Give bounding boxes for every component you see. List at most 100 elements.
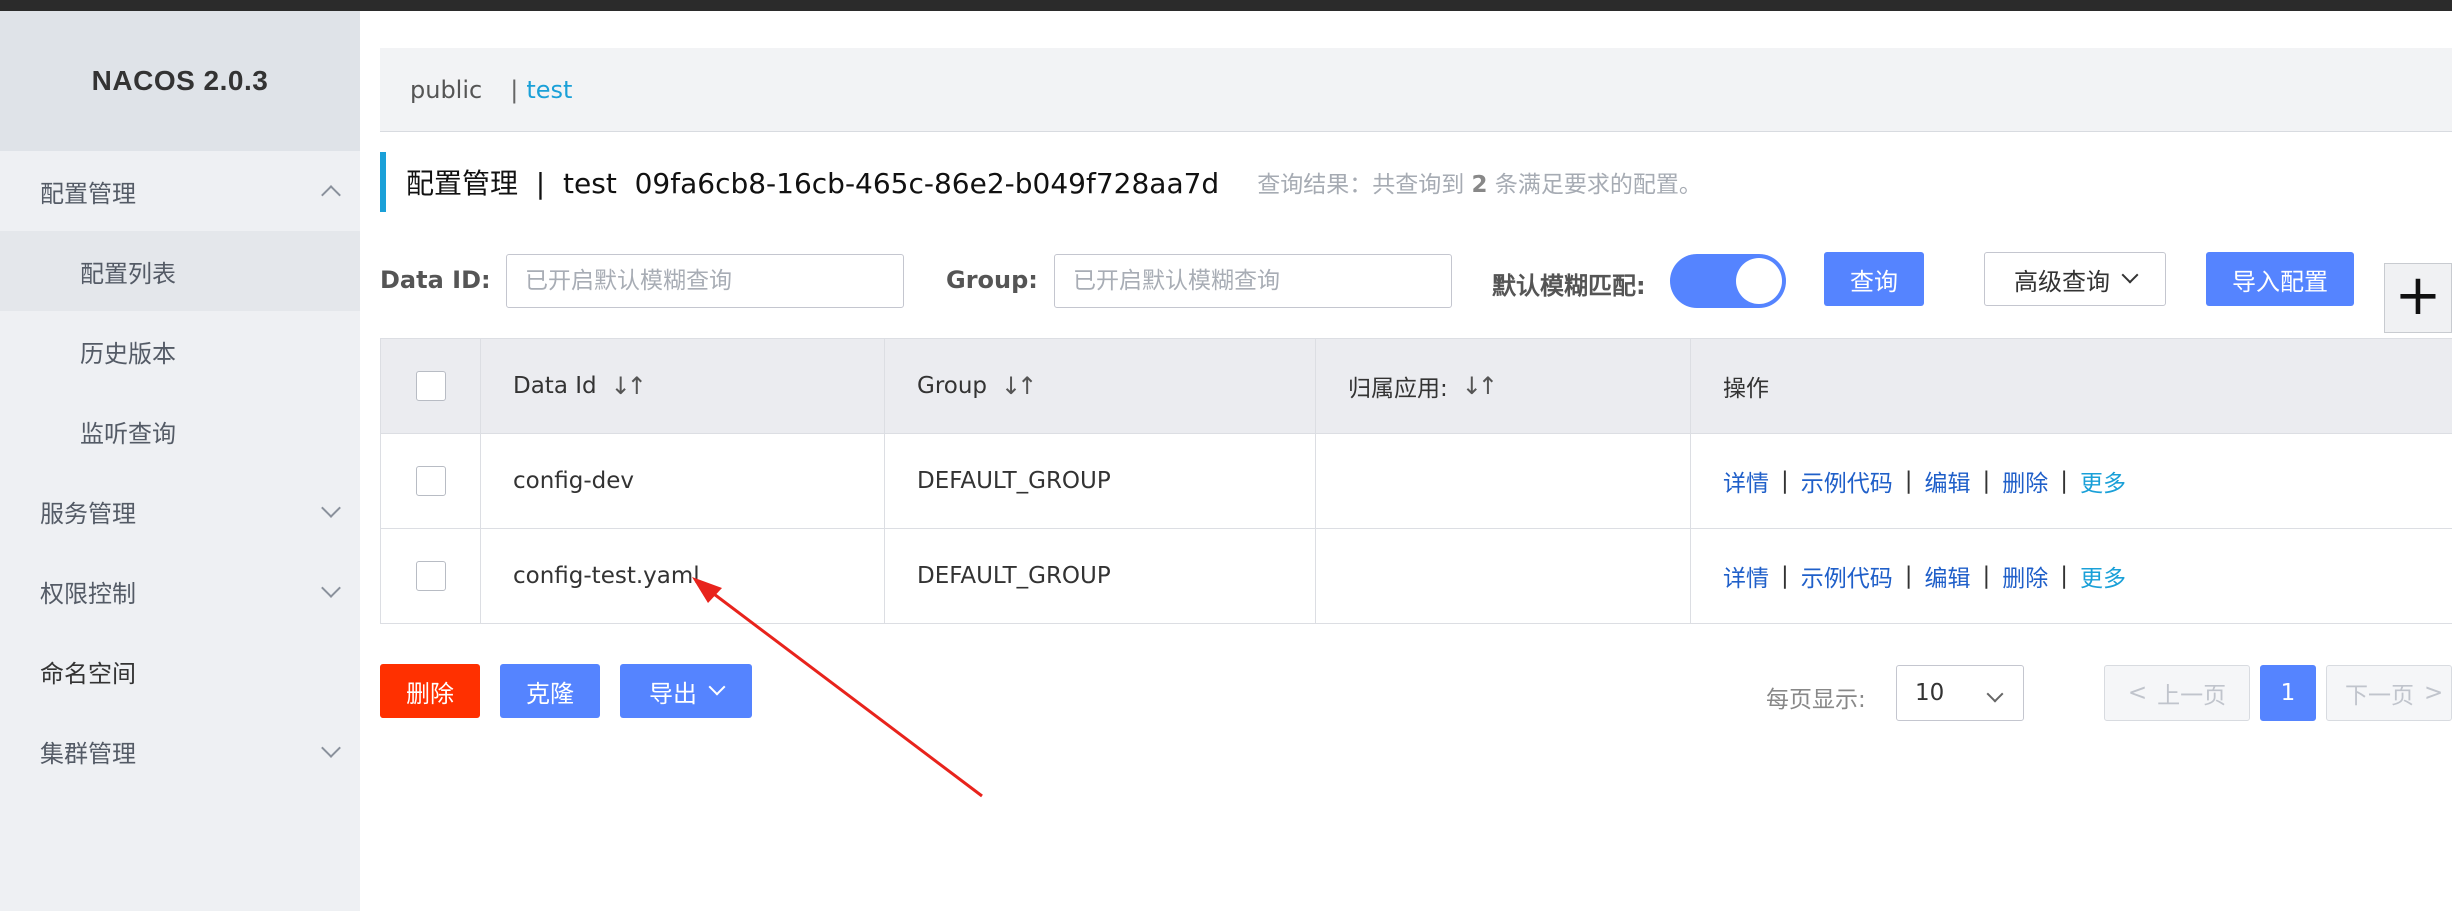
sidebar-item-label: 权限控制 bbox=[40, 579, 136, 608]
sort-icon[interactable]: ↓↑ bbox=[611, 372, 647, 400]
chevron-down-icon bbox=[1986, 685, 2004, 703]
group-label: Group: bbox=[946, 266, 1038, 294]
sidebar-item-access-control[interactable]: 权限控制 bbox=[0, 551, 360, 631]
cell-ops: 详情 | 示例代码 | 编辑 | 删除 | 更多 bbox=[1691, 529, 2452, 623]
header-ops-label: 操作 bbox=[1723, 376, 1769, 402]
result-count: 2 bbox=[1471, 172, 1488, 198]
namespace-bar: public | test bbox=[380, 48, 2452, 132]
sidebar-item-service-management[interactable]: 服务管理 bbox=[0, 471, 360, 551]
result-suffix: 条满足要求的配置。 bbox=[1487, 172, 1702, 198]
dataid-search-input[interactable] bbox=[506, 254, 904, 308]
op-separator: | bbox=[2060, 468, 2068, 494]
sample-code-link[interactable]: 示例代码 bbox=[1801, 464, 1893, 498]
sidebar-item-config-management[interactable]: 配置管理 bbox=[0, 151, 360, 231]
dataid-label: Data ID: bbox=[380, 266, 491, 294]
row-checkbox[interactable] bbox=[415, 561, 446, 591]
more-link[interactable]: 更多 bbox=[2080, 464, 2126, 498]
op-separator: | bbox=[1982, 468, 1991, 494]
export-label: 导出 bbox=[649, 679, 697, 708]
window-top-bar bbox=[0, 0, 2452, 11]
row-checkbox-cell bbox=[381, 529, 481, 623]
header-app-label: 归属应用: bbox=[1348, 376, 1448, 402]
query-button[interactable]: 查询 bbox=[1824, 252, 1924, 306]
more-link[interactable]: 更多 bbox=[2080, 559, 2126, 593]
row-checkbox-cell bbox=[381, 434, 481, 528]
header-group[interactable]: Group ↓↑ bbox=[885, 339, 1316, 433]
brand-logo: NACOS 2.0.3 bbox=[0, 11, 360, 151]
sample-code-link[interactable]: 示例代码 bbox=[1801, 559, 1893, 593]
chevron-down-icon bbox=[321, 738, 341, 758]
fuzzy-match-toggle[interactable] bbox=[1670, 254, 1786, 308]
select-all-checkbox[interactable] bbox=[415, 371, 446, 401]
cell-dataid: config-test.yaml bbox=[481, 529, 885, 623]
edit-link[interactable]: 编辑 bbox=[1925, 464, 1971, 498]
sidebar-item-label: 配置管理 bbox=[40, 179, 136, 208]
chevron-down-icon bbox=[321, 498, 341, 518]
sidebar-item-cluster-management[interactable]: 集群管理 bbox=[0, 711, 360, 791]
page-title-bar: 配置管理 | test 09fa6cb8-16cb-465c-86e2-b049… bbox=[380, 152, 1702, 212]
header-dataid-label: Data Id bbox=[513, 373, 597, 399]
clone-button[interactable]: 克隆 bbox=[500, 664, 600, 718]
detail-link[interactable]: 详情 bbox=[1723, 464, 1769, 498]
sort-icon[interactable]: ↓↑ bbox=[1462, 372, 1498, 400]
row-checkbox[interactable] bbox=[415, 466, 446, 496]
page-size-label: 每页显示: bbox=[1766, 687, 1866, 713]
sidebar-item-history[interactable]: 历史版本 bbox=[0, 311, 360, 391]
chevron-right-icon: > bbox=[2424, 680, 2444, 706]
detail-link[interactable]: 详情 bbox=[1723, 559, 1769, 593]
edit-link[interactable]: 编辑 bbox=[1925, 559, 1971, 593]
group-search-input[interactable] bbox=[1054, 254, 1452, 308]
sidebar-item-label: 集群管理 bbox=[40, 739, 136, 768]
chevron-down-icon bbox=[708, 678, 726, 696]
page-number-button[interactable]: 1 bbox=[2260, 665, 2316, 721]
chevron-down-icon bbox=[2121, 266, 2139, 284]
sidebar-item-listener-query[interactable]: 监听查询 bbox=[0, 391, 360, 471]
next-page-label: 下一页 bbox=[2345, 683, 2414, 709]
sidebar: NACOS 2.0.3 配置管理 配置列表 历史版本 监听查询 服务管理 权限控… bbox=[0, 11, 360, 911]
query-result-text: 查询结果：共查询到 2 条满足要求的配置。 bbox=[1257, 165, 1702, 199]
prev-page-button[interactable]: < 上一页 bbox=[2104, 665, 2250, 721]
cell-dataid: config-dev bbox=[481, 434, 885, 528]
add-config-button[interactable]: + bbox=[2384, 263, 2452, 333]
footer-row: 删除 克隆 导出 每页显示: 10 < 上一页 1 下一页 > bbox=[380, 664, 2452, 722]
sidebar-item-config-list[interactable]: 配置列表 bbox=[0, 231, 360, 311]
delete-link[interactable]: 删除 bbox=[2002, 464, 2048, 498]
cell-app bbox=[1316, 434, 1691, 528]
op-separator: | bbox=[2060, 563, 2068, 589]
chevron-left-icon: < bbox=[2127, 680, 2148, 706]
page-title: 配置管理 | test 09fa6cb8-16cb-465c-86e2-b049… bbox=[406, 167, 1220, 200]
header-dataid[interactable]: Data Id ↓↑ bbox=[481, 339, 885, 433]
sidebar-item-label: 历史版本 bbox=[80, 339, 176, 368]
sort-icon[interactable]: ↓↑ bbox=[1001, 372, 1037, 400]
advanced-query-button[interactable]: 高级查询 bbox=[1984, 252, 2166, 306]
table-row: config-dev DEFAULT_GROUP 详情 | 示例代码 | 编辑 … bbox=[381, 434, 2452, 529]
namespace-separator: | bbox=[510, 75, 519, 104]
chevron-up-icon bbox=[321, 185, 341, 205]
sidebar-item-label: 命名空间 bbox=[40, 659, 136, 688]
cell-ops: 详情 | 示例代码 | 编辑 | 删除 | 更多 bbox=[1691, 434, 2452, 528]
toggle-knob bbox=[1736, 258, 1782, 304]
op-separator: | bbox=[1781, 468, 1789, 494]
config-table: Data Id ↓↑ Group ↓↑ 归属应用: ↓↑ 操作 config-d… bbox=[380, 338, 2452, 624]
export-button[interactable]: 导出 bbox=[620, 664, 752, 718]
fuzzy-match-label: 默认模糊匹配: bbox=[1492, 272, 1646, 300]
header-group-label: Group bbox=[917, 373, 988, 399]
page-size-select[interactable]: 10 bbox=[1896, 665, 2024, 721]
table-row: config-test.yaml DEFAULT_GROUP 详情 | 示例代码… bbox=[381, 529, 2452, 624]
op-separator: | bbox=[1904, 468, 1913, 494]
table-header-row: Data Id ↓↑ Group ↓↑ 归属应用: ↓↑ 操作 bbox=[381, 339, 2452, 434]
sidebar-item-label: 监听查询 bbox=[80, 419, 176, 448]
chevron-down-icon bbox=[321, 578, 341, 598]
namespace-test[interactable]: test bbox=[526, 76, 572, 104]
result-prefix: 查询结果：共查询到 bbox=[1257, 172, 1472, 198]
delete-link[interactable]: 删除 bbox=[2002, 559, 2048, 593]
namespace-public[interactable]: public bbox=[410, 76, 482, 104]
search-row: Data ID: Group: 默认模糊匹配: 查询 高级查询 导入配置 bbox=[380, 252, 2452, 310]
header-app[interactable]: 归属应用: ↓↑ bbox=[1316, 339, 1691, 433]
sidebar-item-label: 服务管理 bbox=[40, 499, 136, 528]
op-separator: | bbox=[1781, 563, 1789, 589]
batch-delete-button[interactable]: 删除 bbox=[380, 664, 480, 718]
next-page-button[interactable]: 下一页 > bbox=[2326, 665, 2452, 721]
import-config-button[interactable]: 导入配置 bbox=[2206, 252, 2354, 306]
sidebar-item-namespace[interactable]: 命名空间 bbox=[0, 631, 360, 711]
